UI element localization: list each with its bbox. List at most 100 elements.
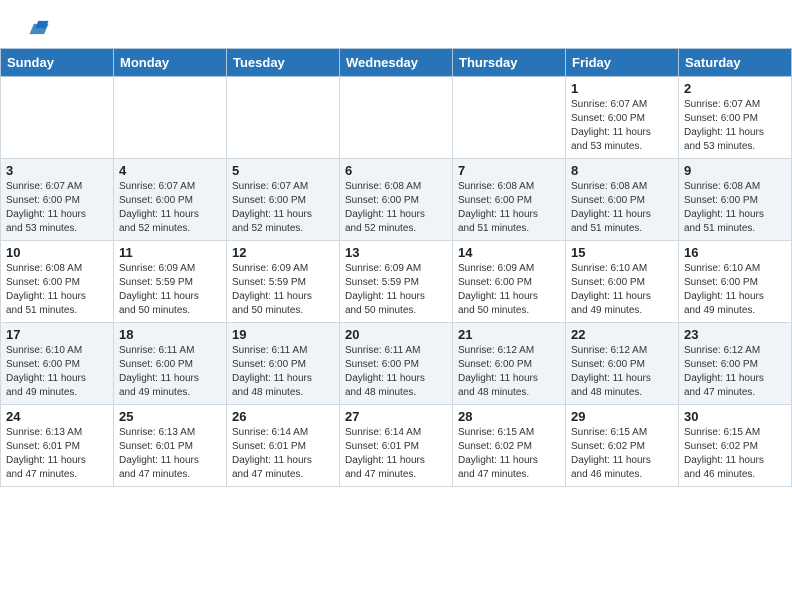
calendar-cell: 2 Sunrise: 6:07 AM Sunset: 6:00 PM Daylig… [679,77,792,159]
day-of-week-header: Thursday [453,49,566,77]
day-number: 11 [119,245,221,260]
calendar-week-row: 1 Sunrise: 6:07 AM Sunset: 6:00 PM Daylig… [1,77,792,159]
calendar-cell: 4 Sunrise: 6:07 AM Sunset: 6:00 PM Daylig… [114,159,227,241]
day-info: Sunrise: 6:08 AM Sunset: 6:00 PM Dayligh… [684,180,786,236]
day-number: 9 [684,163,786,178]
day-number: 21 [458,327,560,342]
calendar-cell: 29Sunrise: 6:15 AM Sunset: 6:02 PM Dayli… [566,405,679,487]
calendar-cell: 8Sunrise: 6:08 AM Sunset: 6:00 PM Daylig… [566,159,679,241]
day-info: Sunrise: 6:08 AM Sunset: 6:00 PM Dayligh… [458,180,560,236]
day-info: Sunrise: 6:13 AM Sunset: 6:01 PM Dayligh… [119,426,221,482]
day-of-week-header: Sunday [1,49,114,77]
day-info: Sunrise: 6:07 AM Sunset: 6:00 PM Dayligh… [571,98,673,154]
day-of-week-header: Saturday [679,49,792,77]
day-number: 12 [232,245,334,260]
day-number: 6 [345,163,447,178]
calendar-cell: 19 Sunrise: 6:11 AM Sunset: 6:00 PM Dayli… [227,323,340,405]
day-number: 24 [6,409,108,424]
day-number: 25 [119,409,221,424]
day-info: Sunrise: 6:10 AM Sunset: 6:00 PM Dayligh… [6,344,108,400]
day-info: Sunrise: 6:09 AM Sunset: 5:59 PM Dayligh… [345,262,447,318]
day-info: Sunrise: 6:14 AM Sunset: 6:01 PM Dayligh… [232,426,334,482]
day-info: Sunrise: 6:08 AM Sunset: 6:00 PM Dayligh… [6,262,108,318]
calendar-cell: 20 Sunrise: 6:11 AM Sunset: 6:00 PM Dayli… [340,323,453,405]
calendar-cell: 1 Sunrise: 6:07 AM Sunset: 6:00 PM Daylig… [566,77,679,159]
calendar-cell: 26 Sunrise: 6:14 AM Sunset: 6:01 PM Dayli… [227,405,340,487]
calendar-cell: 14Sunrise: 6:09 AM Sunset: 6:00 PM Dayli… [453,241,566,323]
day-number: 16 [684,245,786,260]
day-number: 5 [232,163,334,178]
day-number: 15 [571,245,673,260]
calendar-cell [340,77,453,159]
calendar-cell: 23 Sunrise: 6:12 AM Sunset: 6:00 PM Dayli… [679,323,792,405]
day-info: Sunrise: 6:15 AM Sunset: 6:02 PM Dayligh… [458,426,560,482]
day-info: Sunrise: 6:11 AM Sunset: 6:00 PM Dayligh… [119,344,221,400]
day-number: 7 [458,163,560,178]
calendar-cell: 10Sunrise: 6:08 AM Sunset: 6:00 PM Dayli… [1,241,114,323]
day-number: 1 [571,81,673,96]
day-info: Sunrise: 6:13 AM Sunset: 6:01 PM Dayligh… [6,426,108,482]
day-number: 20 [345,327,447,342]
page-header [0,0,792,48]
day-number: 30 [684,409,786,424]
day-info: Sunrise: 6:12 AM Sunset: 6:00 PM Dayligh… [571,344,673,400]
day-number: 4 [119,163,221,178]
calendar-cell: 16 Sunrise: 6:10 AM Sunset: 6:00 PM Dayli… [679,241,792,323]
calendar-cell: 9 Sunrise: 6:08 AM Sunset: 6:00 PM Daylig… [679,159,792,241]
day-info: Sunrise: 6:08 AM Sunset: 6:00 PM Dayligh… [345,180,447,236]
calendar-cell: 6 Sunrise: 6:08 AM Sunset: 6:00 PM Daylig… [340,159,453,241]
day-info: Sunrise: 6:15 AM Sunset: 6:02 PM Dayligh… [571,426,673,482]
calendar-cell: 17 Sunrise: 6:10 AM Sunset: 6:00 PM Dayli… [1,323,114,405]
calendar-cell: 28 Sunrise: 6:15 AM Sunset: 6:02 PM Dayli… [453,405,566,487]
calendar-cell [227,77,340,159]
calendar-cell: 13Sunrise: 6:09 AM Sunset: 5:59 PM Dayli… [340,241,453,323]
calendar-cell: 25 Sunrise: 6:13 AM Sunset: 6:01 PM Dayli… [114,405,227,487]
day-number: 26 [232,409,334,424]
day-number: 23 [684,327,786,342]
day-info: Sunrise: 6:11 AM Sunset: 6:00 PM Dayligh… [232,344,334,400]
day-info: Sunrise: 6:11 AM Sunset: 6:00 PM Dayligh… [345,344,447,400]
day-number: 27 [345,409,447,424]
calendar-cell: 22 Sunrise: 6:12 AM Sunset: 6:00 PM Dayli… [566,323,679,405]
day-of-week-header: Friday [566,49,679,77]
day-info: Sunrise: 6:12 AM Sunset: 6:00 PM Dayligh… [458,344,560,400]
calendar-cell: 18 Sunrise: 6:11 AM Sunset: 6:00 PM Dayli… [114,323,227,405]
day-info: Sunrise: 6:10 AM Sunset: 6:00 PM Dayligh… [684,262,786,318]
day-number: 19 [232,327,334,342]
calendar-table: SundayMondayTuesdayWednesdayThursdayFrid… [0,48,792,487]
day-info: Sunrise: 6:07 AM Sunset: 6:00 PM Dayligh… [684,98,786,154]
calendar-cell: 3Sunrise: 6:07 AM Sunset: 6:00 PM Daylig… [1,159,114,241]
day-number: 22 [571,327,673,342]
day-number: 28 [458,409,560,424]
day-number: 2 [684,81,786,96]
day-number: 17 [6,327,108,342]
day-number: 18 [119,327,221,342]
calendar-cell: 21 Sunrise: 6:12 AM Sunset: 6:00 PM Dayli… [453,323,566,405]
calendar-cell: 12 Sunrise: 6:09 AM Sunset: 5:59 PM Dayli… [227,241,340,323]
calendar-cell: 24 Sunrise: 6:13 AM Sunset: 6:01 PM Dayli… [1,405,114,487]
calendar-week-row: 10Sunrise: 6:08 AM Sunset: 6:00 PM Dayli… [1,241,792,323]
calendar-week-row: 24 Sunrise: 6:13 AM Sunset: 6:01 PM Dayli… [1,405,792,487]
day-number: 8 [571,163,673,178]
calendar-header-row: SundayMondayTuesdayWednesdayThursdayFrid… [1,49,792,77]
day-of-week-header: Wednesday [340,49,453,77]
calendar-cell [1,77,114,159]
day-number: 3 [6,163,108,178]
day-info: Sunrise: 6:10 AM Sunset: 6:00 PM Dayligh… [571,262,673,318]
day-info: Sunrise: 6:07 AM Sunset: 6:00 PM Dayligh… [119,180,221,236]
day-info: Sunrise: 6:12 AM Sunset: 6:00 PM Dayligh… [684,344,786,400]
day-of-week-header: Tuesday [227,49,340,77]
day-number: 14 [458,245,560,260]
logo-icon [28,18,50,40]
calendar-cell [114,77,227,159]
day-info: Sunrise: 6:09 AM Sunset: 5:59 PM Dayligh… [232,262,334,318]
logo [24,18,50,40]
calendar-cell: 5 Sunrise: 6:07 AM Sunset: 6:00 PM Daylig… [227,159,340,241]
calendar-week-row: 3 Sunrise: 6:07 AM Sunset: 6:00 PM Daylig… [1,159,792,241]
calendar-cell: 15 Sunrise: 6:10 AM Sunset: 6:00 PM Dayli… [566,241,679,323]
calendar-cell [453,77,566,159]
calendar-week-row: 17 Sunrise: 6:10 AM Sunset: 6:00 PM Dayli… [1,323,792,405]
day-of-week-header: Monday [114,49,227,77]
day-info: Sunrise: 6:09 AM Sunset: 5:59 PM Dayligh… [119,262,221,318]
day-info: Sunrise: 6:07 AM Sunset: 6:00 PM Dayligh… [232,180,334,236]
